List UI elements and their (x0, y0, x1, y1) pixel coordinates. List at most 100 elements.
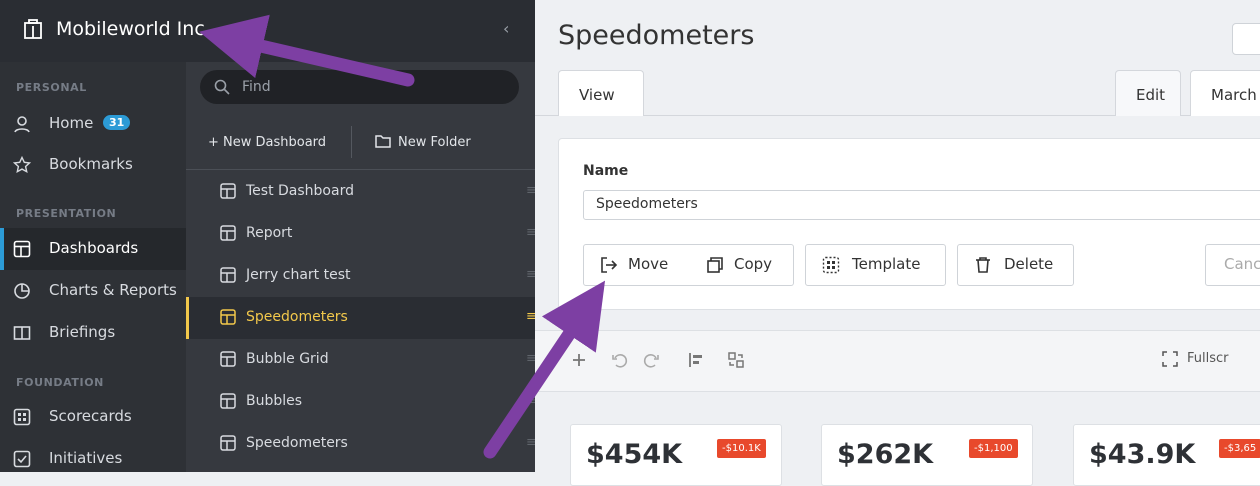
book-icon (13, 326, 31, 340)
list-item[interactable]: Jerry chart test ≡ (186, 255, 537, 297)
kpi-value: $43.9K (1089, 439, 1196, 470)
nav-charts-reports[interactable]: Charts & Reports (0, 270, 186, 312)
main-content: Speedometers View Edit March Name Speedo… (535, 0, 1260, 486)
name-input-value: Speedometers (596, 196, 698, 212)
add-icon[interactable] (570, 351, 588, 369)
kpi-value: $454K (586, 439, 683, 470)
section-foundation: FOUNDATION (16, 376, 104, 389)
tab-edit-label: Edit (1136, 86, 1166, 104)
move-label: Move (628, 255, 669, 273)
checkbox-icon (13, 450, 31, 468)
nav-dashboards[interactable]: Dashboards (0, 228, 186, 270)
dashboard-icon (220, 183, 236, 199)
name-input[interactable]: Speedometers (583, 190, 1260, 220)
tab-view[interactable]: View (558, 70, 644, 116)
section-presentation: PRESENTATION (16, 207, 117, 220)
undo-icon[interactable] (610, 351, 628, 369)
copy-button[interactable]: Copy (690, 244, 794, 286)
list-item[interactable]: Bubbles ≡ (186, 381, 537, 423)
primary-nav: PERSONAL Home 31 Bookmarks PRESENTATION … (0, 62, 186, 472)
dashboard-icon (220, 351, 236, 367)
template-button[interactable]: Template (805, 244, 946, 286)
copy-icon (707, 257, 723, 273)
tab-view-label: View (579, 86, 615, 104)
user-icon (14, 116, 30, 133)
list-item-label: Speedometers (246, 435, 348, 451)
find-input[interactable]: Find (200, 70, 519, 104)
tab-bar: View Edit March (535, 70, 1260, 116)
scorecard-icon (13, 408, 31, 426)
dashboard-icon (220, 267, 236, 283)
name-label: Name (583, 163, 629, 179)
collapse-sidebar-icon[interactable]: ‹ (503, 19, 509, 38)
org-header: Mobileworld Inc. ‹ (0, 0, 535, 62)
list-item[interactable]: Test Dashboard ≡ (186, 171, 537, 213)
kpi-delta-badge: -$3,65 (1219, 439, 1260, 458)
list-item[interactable]: Report ≡ (186, 213, 537, 255)
align-icon[interactable] (687, 351, 705, 369)
nav-briefings-label: Briefings (49, 323, 116, 341)
move-button[interactable]: Move (583, 244, 692, 286)
nav-scorecards-label: Scorecards (49, 407, 132, 425)
home-count-badge: 31 (103, 115, 131, 130)
tab-march[interactable]: March (1190, 70, 1260, 116)
move-icon (601, 257, 618, 273)
new-folder-button[interactable]: New Folder (398, 135, 471, 150)
dashboard-icon (220, 393, 236, 409)
redo-icon[interactable] (643, 351, 661, 369)
nav-bookmarks[interactable]: Bookmarks (0, 144, 186, 186)
fullscreen-icon (1162, 351, 1178, 367)
layout-icon[interactable] (727, 351, 745, 369)
kpi-value: $262K (837, 439, 934, 470)
delete-button[interactable]: Delete (957, 244, 1074, 286)
tab-edit[interactable]: Edit (1115, 70, 1181, 116)
nav-home[interactable]: Home 31 (0, 103, 186, 145)
header-action-button[interactable] (1232, 23, 1260, 55)
list-item-label: Bubbles (246, 393, 303, 409)
nav-bookmarks-label: Bookmarks (49, 155, 133, 173)
nav-scorecards[interactable]: Scorecards (0, 396, 186, 438)
dashboard-toolbar: Fullscr (535, 330, 1260, 392)
list-item-selected[interactable]: Speedometers ≡ (186, 297, 537, 339)
section-personal: PERSONAL (16, 81, 87, 94)
kpi-card[interactable]: $262K -$1,100 (821, 424, 1033, 486)
template-label: Template (852, 255, 921, 273)
list-item[interactable]: Speedometers ≡ (186, 423, 537, 465)
nav-initiatives[interactable]: Initiatives (0, 438, 186, 480)
kpi-delta-badge: -$1,100 (969, 439, 1018, 458)
dashboard-icon (220, 435, 236, 451)
tab-march-label: March (1211, 86, 1257, 104)
cancel-label: Canc (1224, 255, 1260, 273)
delete-label: Delete (1004, 255, 1054, 273)
list-item-label: Bubble Grid (246, 351, 329, 367)
nav-briefings[interactable]: Briefings (0, 312, 186, 354)
divider (351, 126, 352, 158)
list-item-label: Speedometers (246, 309, 348, 325)
copy-label: Copy (734, 255, 773, 273)
list-item-label: Test Dashboard (246, 183, 354, 199)
nav-dashboards-label: Dashboards (49, 239, 139, 257)
dashboard-icon (220, 309, 236, 325)
cancel-button[interactable]: Canc (1205, 244, 1260, 286)
nav-charts-label: Charts & Reports (49, 281, 177, 299)
search-icon (214, 79, 230, 95)
dashboard-icon (220, 225, 236, 241)
folder-icon (375, 135, 391, 148)
list-item[interactable]: Bubble Grid ≡ (186, 339, 537, 381)
fullscreen-button[interactable]: Fullscr (1187, 351, 1229, 366)
kpi-card[interactable]: $454K -$10.1K (570, 424, 782, 486)
nav-initiatives-label: Initiatives (49, 449, 123, 467)
building-icon (24, 19, 42, 39)
dashboard-list-panel: Find + New Dashboard New Folder Test Das… (186, 62, 537, 472)
kpi-delta-badge: -$10.1K (717, 439, 766, 458)
nav-home-label: Home (49, 114, 94, 132)
page-title: Speedometers (558, 20, 755, 51)
edit-panel: Name Speedometers Move Copy Template Del… (558, 138, 1260, 310)
pie-chart-icon (14, 283, 30, 299)
org-name[interactable]: Mobileworld Inc. (56, 18, 211, 40)
kpi-card[interactable]: $43.9K -$3,65 (1073, 424, 1260, 486)
trash-icon (976, 257, 990, 273)
list-item-label: Report (246, 225, 293, 241)
new-dashboard-button[interactable]: + New Dashboard (208, 135, 326, 150)
list-item-label: Jerry chart test (246, 267, 351, 283)
